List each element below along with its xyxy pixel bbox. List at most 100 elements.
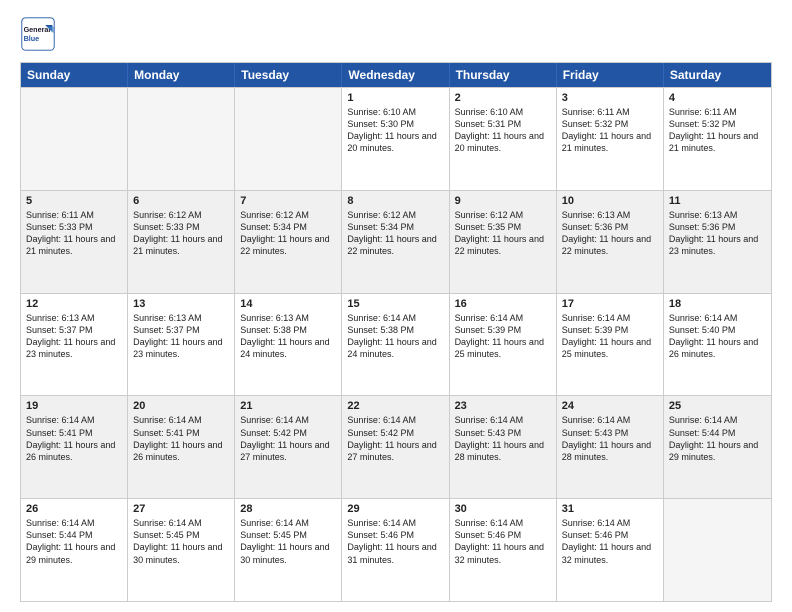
- sunrise-label: Sunrise: 6:14 AM: [133, 518, 202, 528]
- sunrise-label: Sunrise: 6:14 AM: [562, 313, 631, 323]
- sunrise-label: Sunrise: 6:12 AM: [455, 210, 524, 220]
- daylight-label: Daylight: 11 hours and 23 minutes.: [133, 337, 222, 359]
- daylight-label: Daylight: 11 hours and 22 minutes.: [240, 234, 329, 256]
- daylight-label: Daylight: 11 hours and 28 minutes.: [562, 440, 651, 462]
- cell-details: Sunrise: 6:13 AMSunset: 5:36 PMDaylight:…: [562, 209, 658, 258]
- day-number: 11: [669, 195, 766, 207]
- sunrise-label: Sunrise: 6:11 AM: [562, 107, 630, 117]
- sunset-label: Sunset: 5:38 PM: [240, 325, 307, 335]
- day-number: 17: [562, 298, 658, 310]
- daylight-label: Daylight: 11 hours and 27 minutes.: [240, 440, 329, 462]
- sunset-label: Sunset: 5:41 PM: [26, 428, 93, 438]
- sunset-label: Sunset: 5:36 PM: [562, 222, 629, 232]
- cell-details: Sunrise: 6:10 AMSunset: 5:31 PMDaylight:…: [455, 106, 551, 155]
- calendar-cell: 27Sunrise: 6:14 AMSunset: 5:45 PMDayligh…: [128, 499, 235, 601]
- sunrise-label: Sunrise: 6:10 AM: [347, 107, 416, 117]
- calendar: SundayMondayTuesdayWednesdayThursdayFrid…: [20, 62, 772, 602]
- sunrise-label: Sunrise: 6:13 AM: [562, 210, 631, 220]
- sunset-label: Sunset: 5:33 PM: [26, 222, 93, 232]
- calendar-cell: 30Sunrise: 6:14 AMSunset: 5:46 PMDayligh…: [450, 499, 557, 601]
- sunset-label: Sunset: 5:33 PM: [133, 222, 200, 232]
- daylight-label: Daylight: 11 hours and 20 minutes.: [347, 131, 436, 153]
- day-number: 8: [347, 195, 443, 207]
- cell-details: Sunrise: 6:14 AMSunset: 5:43 PMDaylight:…: [455, 414, 551, 463]
- cell-details: Sunrise: 6:14 AMSunset: 5:44 PMDaylight:…: [669, 414, 766, 463]
- sunrise-label: Sunrise: 6:10 AM: [455, 107, 524, 117]
- daylight-label: Daylight: 11 hours and 32 minutes.: [455, 542, 544, 564]
- sunrise-label: Sunrise: 6:14 AM: [455, 415, 524, 425]
- sunset-label: Sunset: 5:34 PM: [240, 222, 307, 232]
- cell-details: Sunrise: 6:12 AMSunset: 5:34 PMDaylight:…: [240, 209, 336, 258]
- daylight-label: Daylight: 11 hours and 24 minutes.: [347, 337, 436, 359]
- calendar-row: 26Sunrise: 6:14 AMSunset: 5:44 PMDayligh…: [21, 498, 771, 601]
- sunrise-label: Sunrise: 6:14 AM: [26, 518, 95, 528]
- daylight-label: Daylight: 11 hours and 30 minutes.: [133, 542, 222, 564]
- sunset-label: Sunset: 5:34 PM: [347, 222, 414, 232]
- sunrise-label: Sunrise: 6:13 AM: [26, 313, 95, 323]
- sunset-label: Sunset: 5:46 PM: [455, 530, 522, 540]
- cell-details: Sunrise: 6:13 AMSunset: 5:36 PMDaylight:…: [669, 209, 766, 258]
- sunrise-label: Sunrise: 6:14 AM: [240, 415, 309, 425]
- day-number: 31: [562, 503, 658, 515]
- daylight-label: Daylight: 11 hours and 23 minutes.: [669, 234, 758, 256]
- daylight-label: Daylight: 11 hours and 25 minutes.: [562, 337, 651, 359]
- calendar-cell: 7Sunrise: 6:12 AMSunset: 5:34 PMDaylight…: [235, 191, 342, 293]
- day-number: 5: [26, 195, 122, 207]
- calendar-cell: 6Sunrise: 6:12 AMSunset: 5:33 PMDaylight…: [128, 191, 235, 293]
- sunrise-label: Sunrise: 6:11 AM: [669, 107, 737, 117]
- sunset-label: Sunset: 5:39 PM: [562, 325, 629, 335]
- calendar-cell: 28Sunrise: 6:14 AMSunset: 5:45 PMDayligh…: [235, 499, 342, 601]
- cell-details: Sunrise: 6:14 AMSunset: 5:46 PMDaylight:…: [562, 517, 658, 566]
- sunset-label: Sunset: 5:30 PM: [347, 119, 414, 129]
- daylight-label: Daylight: 11 hours and 23 minutes.: [26, 337, 115, 359]
- sunset-label: Sunset: 5:43 PM: [455, 428, 522, 438]
- calendar-cell: 26Sunrise: 6:14 AMSunset: 5:44 PMDayligh…: [21, 499, 128, 601]
- header: General Blue: [20, 16, 772, 52]
- sunrise-label: Sunrise: 6:14 AM: [455, 313, 524, 323]
- calendar-cell: 3Sunrise: 6:11 AMSunset: 5:32 PMDaylight…: [557, 88, 664, 190]
- day-number: 20: [133, 400, 229, 412]
- daylight-label: Daylight: 11 hours and 25 minutes.: [455, 337, 544, 359]
- cell-details: Sunrise: 6:10 AM Sunset: 5:30 PM Daylight:…: [347, 106, 443, 155]
- sunset-label: Sunset: 5:43 PM: [562, 428, 629, 438]
- day-number: 3: [562, 92, 658, 104]
- sunset-label: Sunset: 5:39 PM: [455, 325, 522, 335]
- sunrise-label: Sunrise: 6:14 AM: [133, 415, 202, 425]
- calendar-day-header: Sunday: [21, 63, 128, 87]
- calendar-cell: [21, 88, 128, 190]
- cell-details: Sunrise: 6:12 AM Sunset: 5:33 PM Daylight:…: [133, 209, 229, 258]
- day-number: 24: [562, 400, 658, 412]
- cell-details: Sunrise: 6:14 AMSunset: 5:44 PMDaylight:…: [26, 517, 122, 566]
- calendar-cell: 24Sunrise: 6:14 AMSunset: 5:43 PMDayligh…: [557, 396, 664, 498]
- cell-details: Sunrise: 6:11 AMSunset: 5:32 PMDaylight:…: [669, 106, 766, 155]
- daylight-label: Daylight: 11 hours and 27 minutes.: [347, 440, 436, 462]
- cell-details: Sunrise: 6:12 AMSunset: 5:34 PMDaylight:…: [347, 209, 443, 258]
- day-number: 2: [455, 92, 551, 104]
- daylight-label: Daylight: 11 hours and 29 minutes.: [669, 440, 758, 462]
- sunset-label: Sunset: 5:32 PM: [562, 119, 629, 129]
- calendar-cell: 9Sunrise: 6:12 AMSunset: 5:35 PMDaylight…: [450, 191, 557, 293]
- daylight-label: Daylight: 11 hours and 21 minutes.: [133, 234, 222, 256]
- calendar-cell: 15Sunrise: 6:14 AMSunset: 5:38 PMDayligh…: [342, 294, 449, 396]
- day-number: 18: [669, 298, 766, 310]
- cell-details: Sunrise: 6:11 AMSunset: 5:32 PMDaylight:…: [562, 106, 658, 155]
- sunrise-label: Sunrise: 6:14 AM: [562, 518, 631, 528]
- calendar-cell: 29Sunrise: 6:14 AMSunset: 5:46 PMDayligh…: [342, 499, 449, 601]
- sunset-label: Sunset: 5:42 PM: [240, 428, 307, 438]
- day-number: 16: [455, 298, 551, 310]
- daylight-label: Daylight: 11 hours and 32 minutes.: [562, 542, 651, 564]
- sunrise-label: Sunrise: 6:14 AM: [669, 313, 738, 323]
- sunset-label: Sunset: 5:44 PM: [669, 428, 736, 438]
- daylight-label: Daylight: 11 hours and 26 minutes.: [26, 440, 115, 462]
- sunrise-label: Sunrise: 6:12 AM: [133, 210, 202, 220]
- calendar-row: 12Sunrise: 6:13 AMSunset: 5:37 PMDayligh…: [21, 293, 771, 396]
- day-number: 29: [347, 503, 443, 515]
- cell-details: Sunrise: 6:13 AMSunset: 5:37 PMDaylight:…: [133, 312, 229, 361]
- calendar-cell: 10Sunrise: 6:13 AMSunset: 5:36 PMDayligh…: [557, 191, 664, 293]
- cell-details: Sunrise: 6:14 AMSunset: 5:45 PMDaylight:…: [240, 517, 336, 566]
- logo: General Blue: [20, 16, 60, 52]
- calendar-cell: 23Sunrise: 6:14 AMSunset: 5:43 PMDayligh…: [450, 396, 557, 498]
- page: General Blue SundayMondayTuesdayWednesda…: [0, 0, 792, 612]
- cell-details: Sunrise: 6:14 AMSunset: 5:41 PMDaylight:…: [26, 414, 122, 463]
- sunrise-label: Sunrise: 6:11 AM: [26, 210, 94, 220]
